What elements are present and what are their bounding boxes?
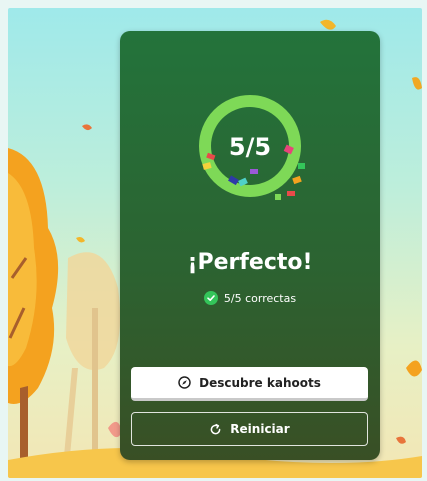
correct-summary: 5/5 correctas (120, 289, 380, 307)
compass-icon (178, 376, 191, 389)
restart-button[interactable]: Reiniciar (131, 412, 368, 446)
restart-icon (209, 423, 222, 436)
result-title: ¡Perfecto! (187, 250, 313, 275)
discover-kahoots-label: Descubre kahoots (199, 375, 321, 390)
correct-count: 5/5 correctas (223, 291, 297, 305)
restart-label: Reiniciar (230, 422, 290, 436)
score-text: 5/5 (228, 133, 272, 161)
discover-kahoots-button[interactable]: Descubre kahoots (131, 367, 368, 401)
check-circle-icon (203, 291, 218, 305)
result-card: 5/5 ¡Perfecto! 5/5 correctas Descubre ka… (120, 31, 380, 460)
